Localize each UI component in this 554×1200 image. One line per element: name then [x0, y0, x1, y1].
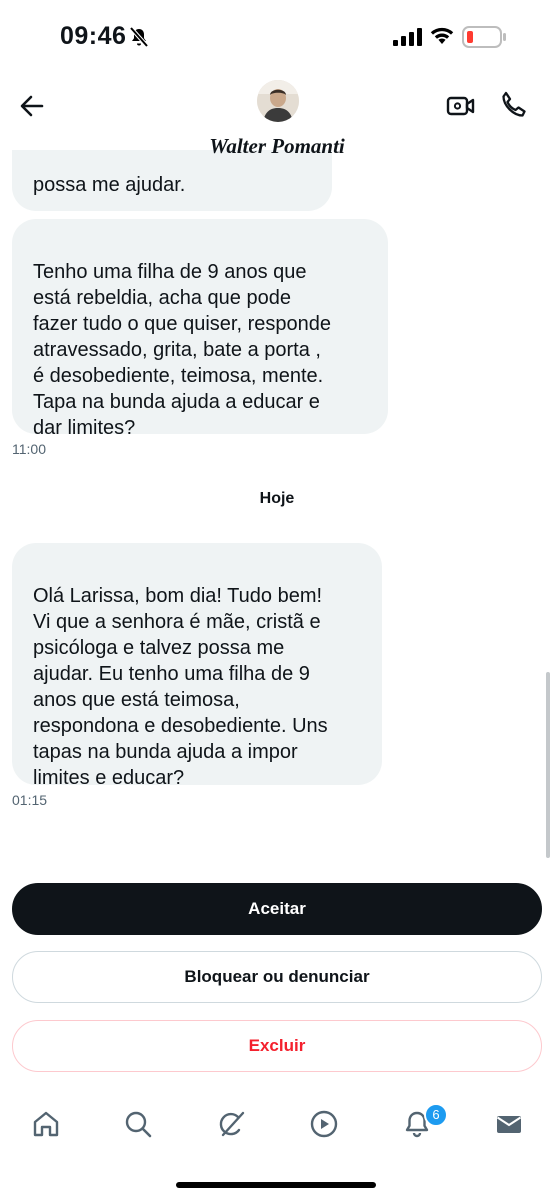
tab-home[interactable] [26, 1104, 66, 1144]
message-timestamp: 01:15 [12, 792, 48, 808]
message-text: Olá Larissa, bom dia! Tudo bem! Vi que a… [33, 585, 328, 789]
video-icon [310, 1110, 338, 1138]
grok-icon [219, 1111, 245, 1137]
block-or-report-button[interactable]: Bloquear ou denunciar [12, 951, 542, 1003]
accept-button[interactable]: Aceitar [12, 883, 542, 935]
notification-count-badge: 6 [424, 1103, 448, 1127]
message-text: possa me ajudar. [33, 174, 186, 196]
tab-search[interactable] [118, 1104, 158, 1144]
bell-off-icon [129, 26, 149, 48]
wifi-icon [430, 27, 454, 44]
battery-icon [462, 26, 506, 48]
scrollbar[interactable] [546, 672, 550, 858]
back-arrow-icon[interactable] [18, 92, 46, 120]
tab-video[interactable] [304, 1104, 344, 1144]
video-camera-icon[interactable] [446, 92, 476, 120]
phone-icon[interactable] [498, 90, 528, 120]
cellular-signal-icon [393, 28, 422, 46]
avatar-photo [257, 80, 299, 122]
home-icon [33, 1111, 59, 1137]
home-indicator[interactable] [176, 1182, 376, 1188]
tab-messages[interactable] [489, 1104, 529, 1144]
contact-name: Walter Pomanti [0, 134, 554, 159]
message-bubble: Tenho uma filha de 9 anos que está rebel… [12, 219, 388, 439]
day-separator: Hoje [259, 490, 295, 507]
search-icon [125, 1111, 152, 1138]
messages-icon [496, 1116, 522, 1133]
contact-name-text: Walter Pomanti [209, 134, 345, 158]
status-bar: 09:46 [0, 0, 554, 72]
tab-grok[interactable] [212, 1104, 252, 1144]
delete-button[interactable]: Excluir [12, 1020, 542, 1072]
message-timestamp: 11:00 [12, 441, 46, 457]
conversation-header: Walter Pomanti [0, 72, 554, 172]
message-text: Tenho uma filha de 9 anos que está rebel… [33, 261, 331, 439]
bottom-tab-bar [0, 1092, 554, 1162]
status-time: 09:46 [60, 22, 127, 50]
message-bubble: Olá Larissa, bom dia! Tudo bem! Vi que a… [12, 543, 382, 789]
avatar[interactable] [257, 80, 299, 122]
